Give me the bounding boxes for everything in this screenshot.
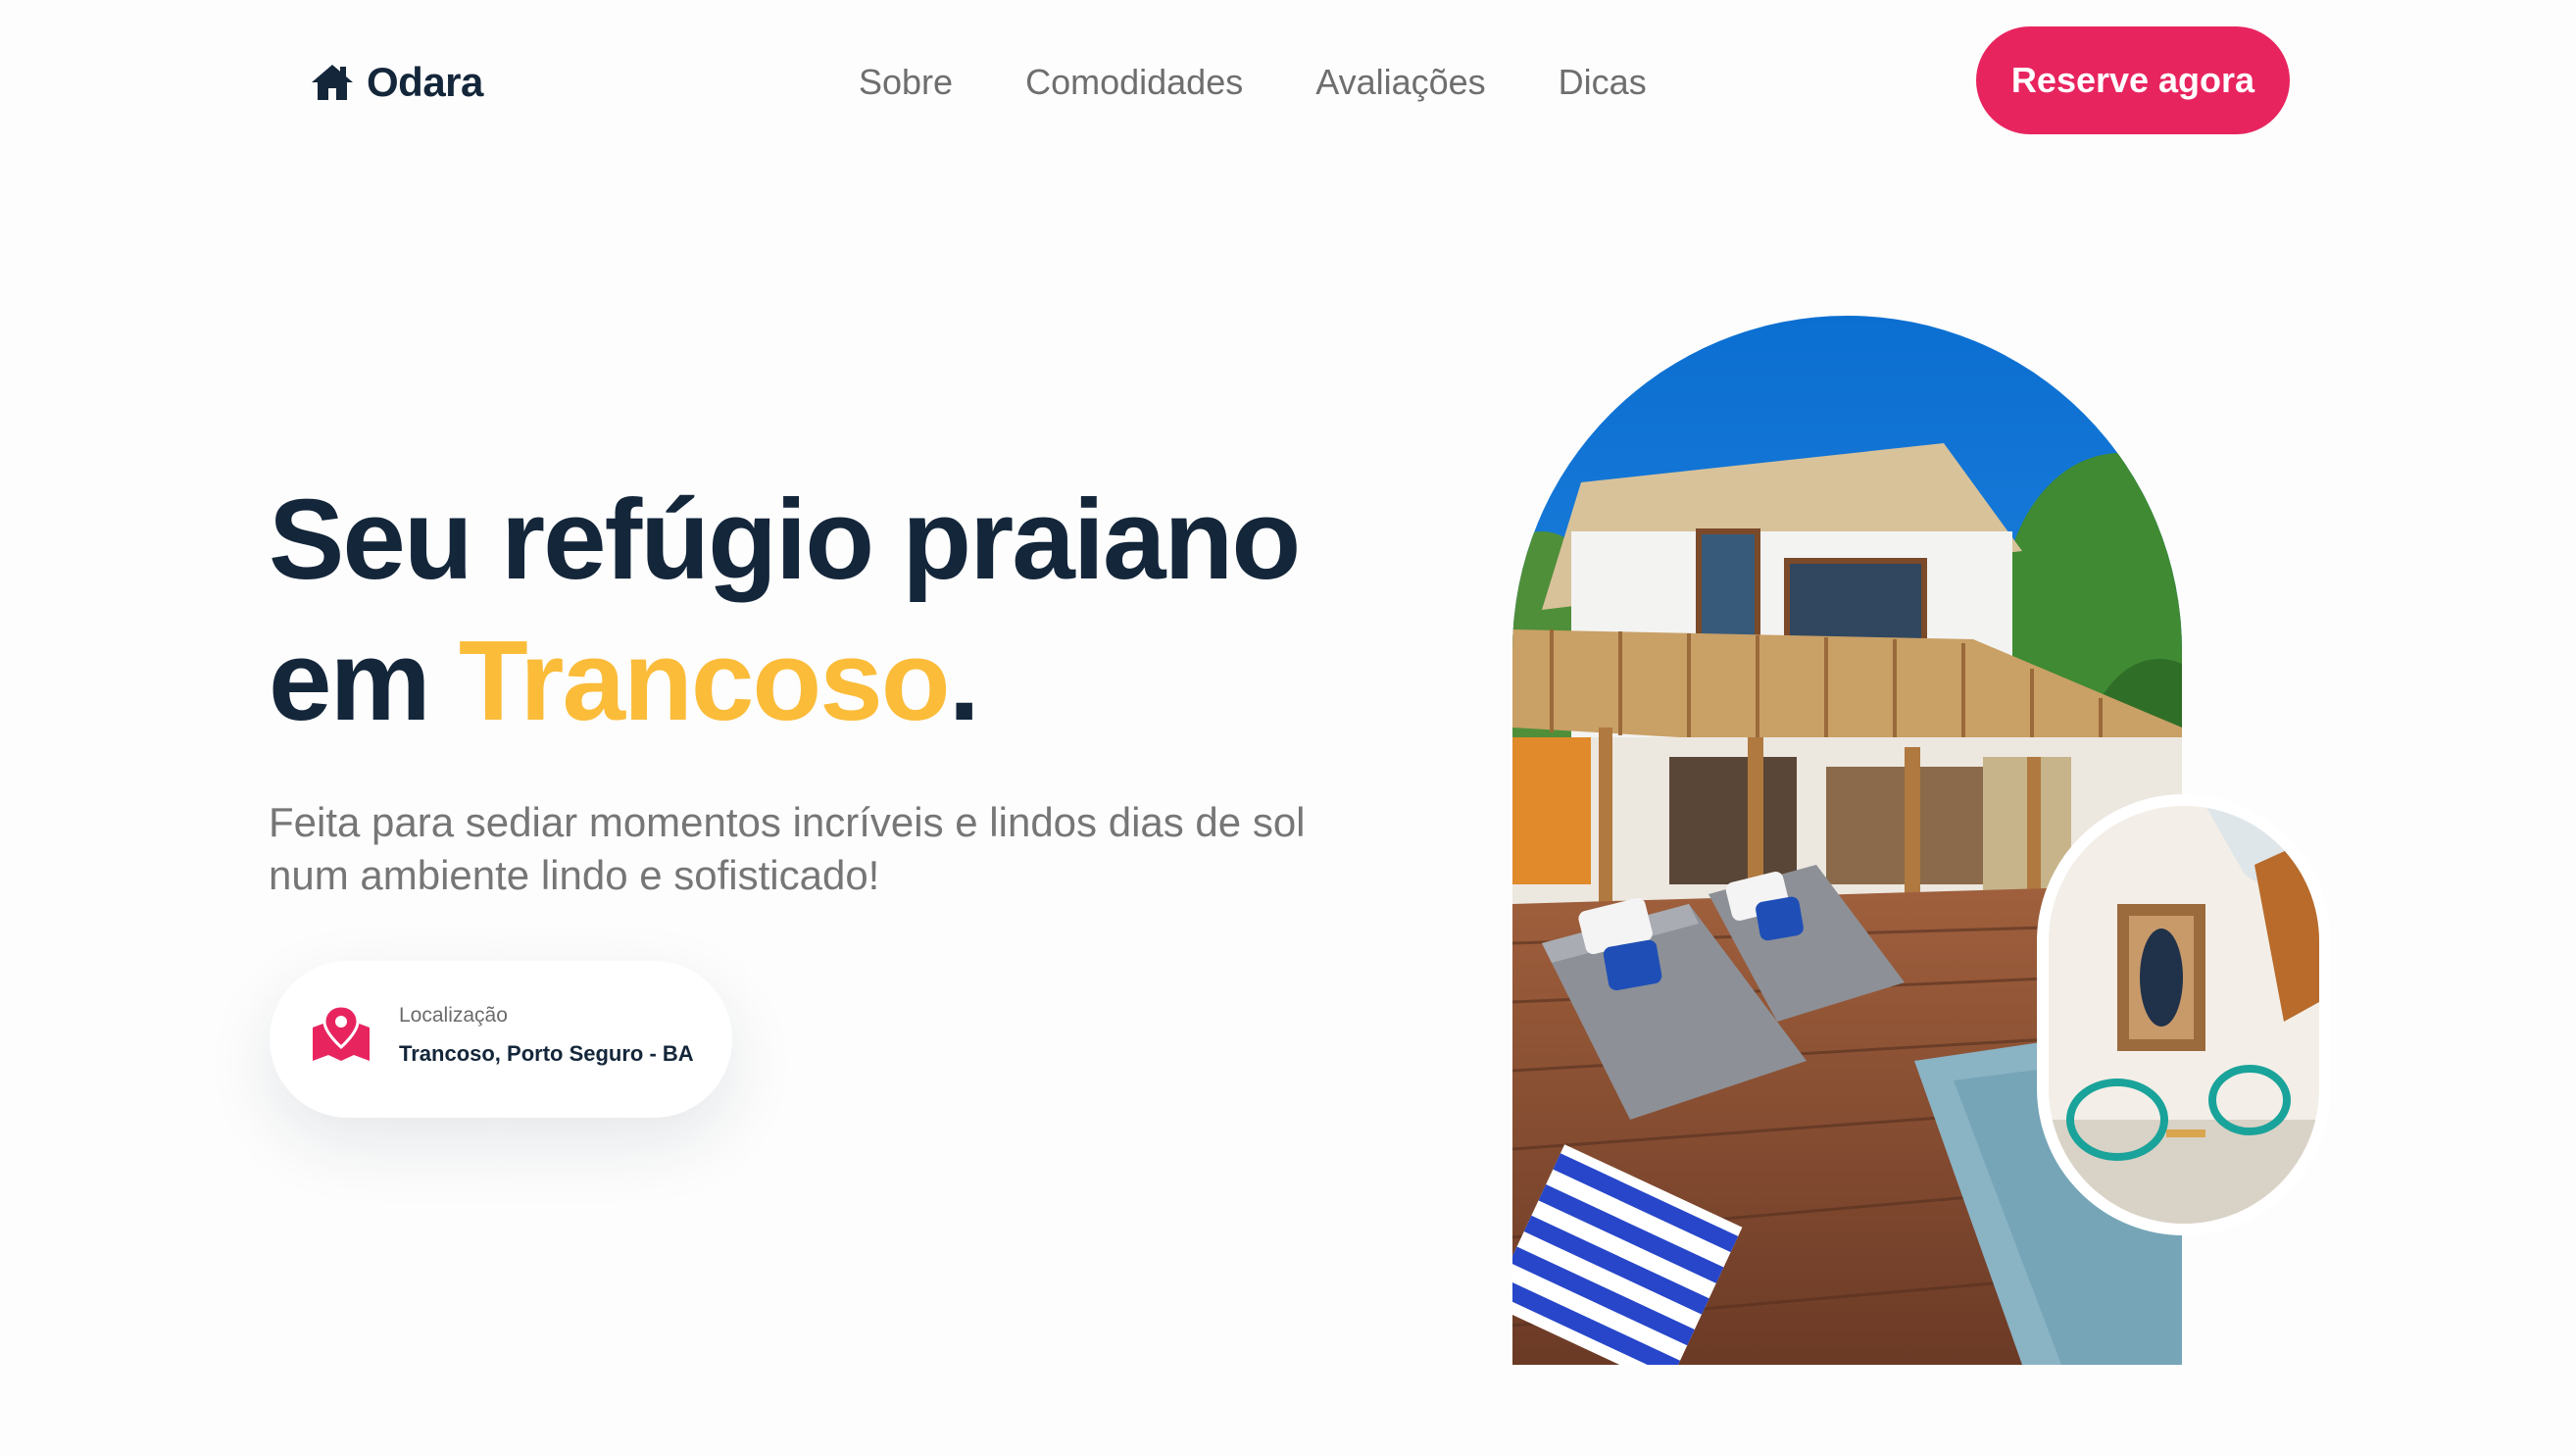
brand-name: Odara bbox=[367, 59, 483, 105]
hero-title-prefix: em bbox=[269, 617, 459, 744]
main-nav: Sobre Comodidades Avaliações Dicas bbox=[859, 55, 1647, 110]
hero-subtitle: Feita para sediar momentos incríveis e l… bbox=[269, 799, 1306, 898]
interior-photo bbox=[2037, 794, 2331, 1235]
nav-link-comodidades[interactable]: Comodidades bbox=[1025, 62, 1243, 103]
nav-link-sobre[interactable]: Sobre bbox=[859, 62, 953, 103]
home-icon bbox=[312, 65, 353, 100]
hero-title-highlight: Trancoso bbox=[458, 617, 951, 744]
hero-title-line1: Seu refúgio praiano bbox=[269, 476, 1301, 603]
nav-link-dicas[interactable]: Dicas bbox=[1559, 62, 1647, 103]
hero-title: Seu refúgio praiano em Trancoso. bbox=[269, 469, 1301, 751]
brand-logo[interactable]: Odara bbox=[310, 55, 483, 110]
map-pin-icon bbox=[313, 1004, 370, 1061]
reserve-now-button[interactable]: Reserve agora bbox=[1976, 26, 2290, 134]
location-value: Trancoso, Porto Seguro - BA bbox=[399, 1041, 694, 1066]
hero-title-suffix: . bbox=[948, 617, 980, 744]
nav-link-avaliacoes[interactable]: Avaliações bbox=[1315, 62, 1485, 103]
location-label: Localização bbox=[399, 1004, 508, 1027]
location-card: Localização Trancoso, Porto Seguro - BA bbox=[270, 961, 732, 1118]
